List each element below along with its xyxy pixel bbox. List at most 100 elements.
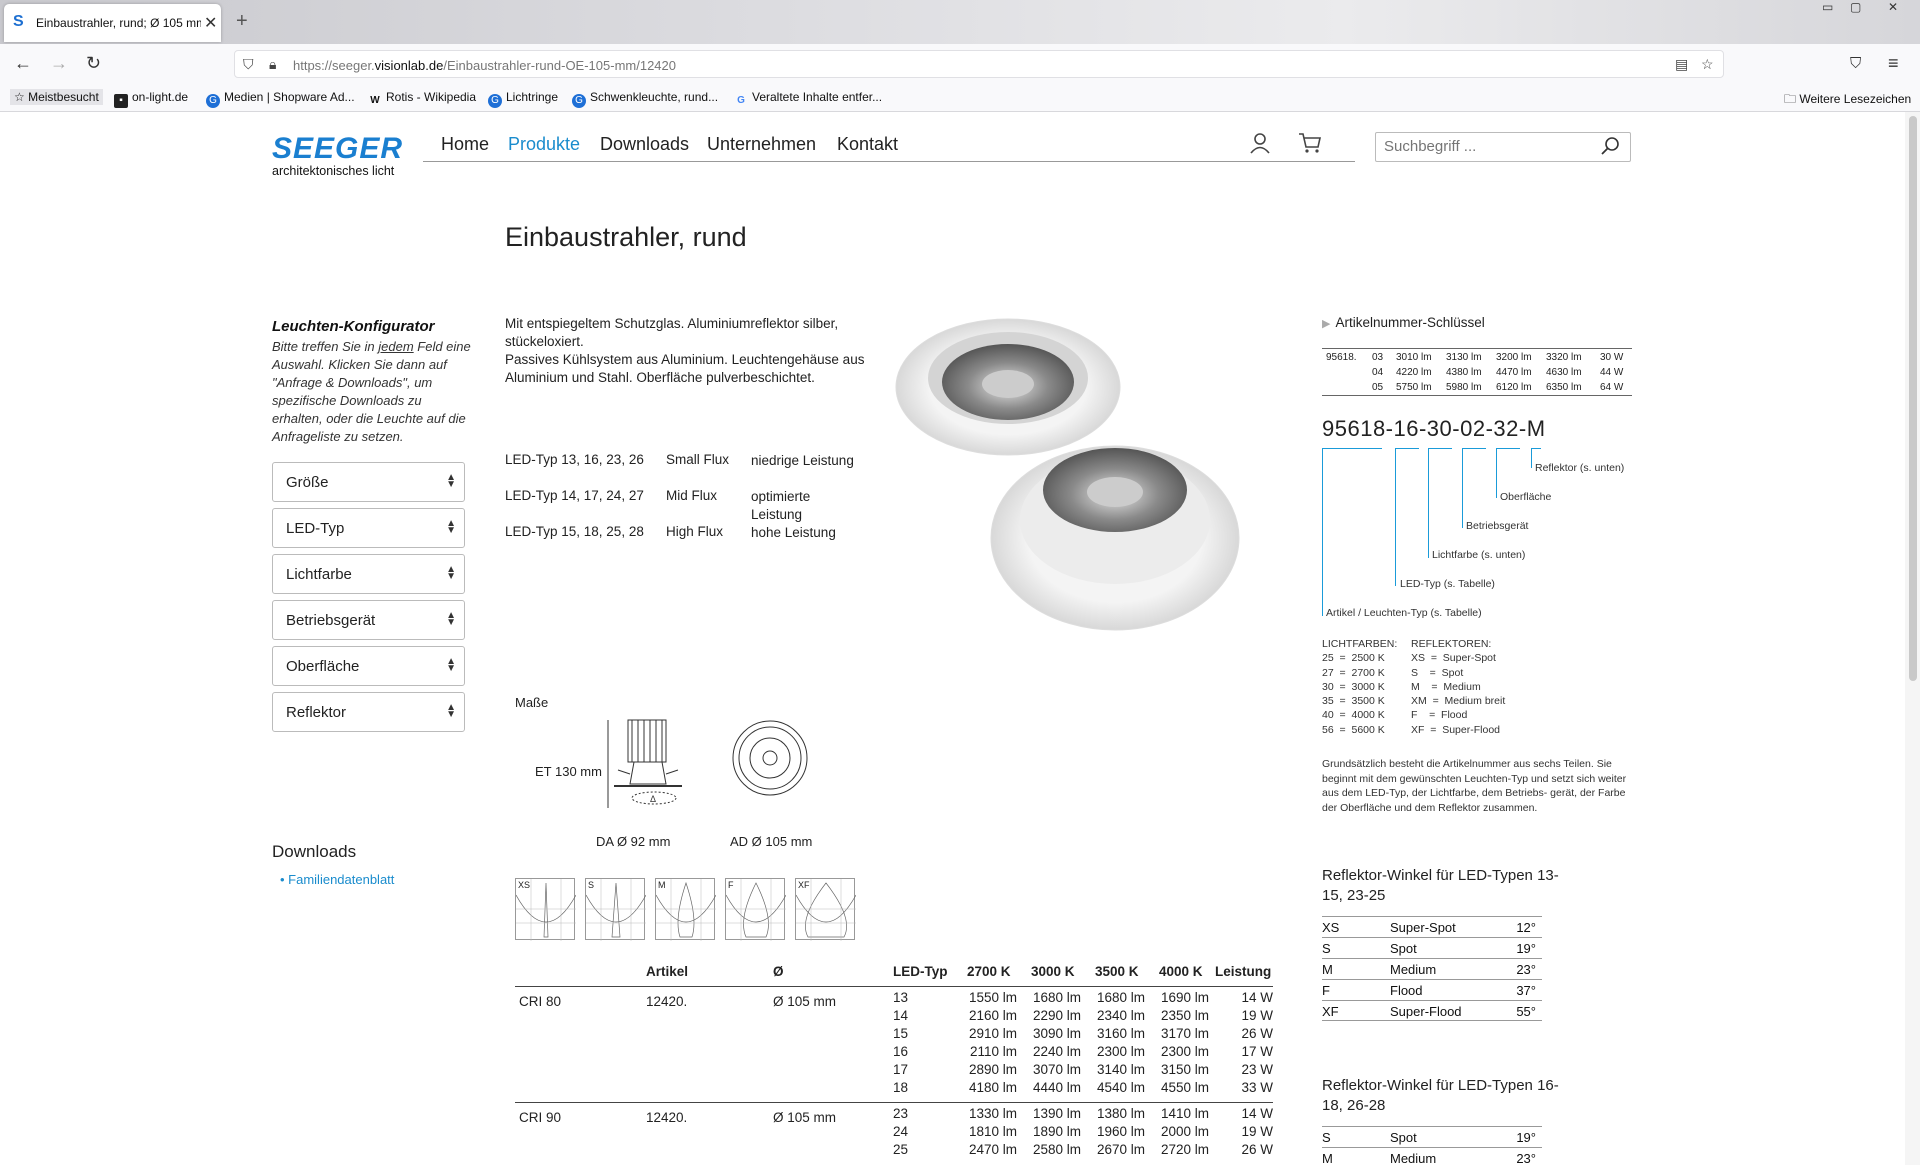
bookmark-on-light[interactable]: ▪ on-light.de	[114, 90, 188, 108]
nav-produkte[interactable]: Produkte	[508, 134, 580, 155]
bookmark-shopware[interactable]: G Medien | Shopware Ad...	[206, 90, 355, 108]
back-icon[interactable]: ←	[14, 53, 32, 74]
winkel-name: Super-Flood	[1390, 1004, 1462, 1019]
pocket-icon[interactable]: ⛉	[1850, 55, 1861, 72]
key-line	[1395, 448, 1419, 449]
seeger-logo[interactable]: SEEGER architektonisches licht	[272, 134, 402, 179]
nav-unternehmen[interactable]: Unternehmen	[707, 134, 816, 155]
winkel-code: S	[1322, 941, 1331, 956]
key-table-cell: 4220 lm	[1396, 367, 1432, 378]
reflector-xf-icon: XF	[795, 878, 857, 941]
close-window-icon[interactable]: ✕	[1888, 0, 1898, 18]
download-familiendatenblatt[interactable]: • Familiendatenblatt	[280, 872, 394, 887]
table-cell: 26 W	[1241, 1026, 1273, 1041]
bookmark-wikipedia[interactable]: W Rotis - Wikipedia	[368, 90, 476, 108]
url-bar[interactable]: ⛉ 🔒︎ https://seeger.visionlab.de/Einbaus…	[234, 50, 1724, 78]
bookmark-star-icon[interactable]: ☆	[1701, 56, 1714, 73]
winkel-row: S Spot 19°	[1322, 937, 1542, 958]
shield-icon[interactable]: ⛉	[243, 56, 254, 73]
winkel-angle: 19°	[1516, 941, 1536, 956]
table-cell: 2300 lm	[1096, 1044, 1145, 1059]
reflector-f-icon: F	[725, 878, 787, 941]
key-table-cell: 5980 lm	[1446, 382, 1482, 393]
bookmark-weitere[interactable]: 🗀︎ Weitere Lesezeichen	[1784, 90, 1911, 111]
scrollbar-thumb[interactable]	[1909, 116, 1917, 681]
key-table-cell: 3130 lm	[1446, 352, 1482, 363]
table-cell: 14 W	[1241, 990, 1273, 1005]
table-cell: 4180 lm	[968, 1080, 1017, 1095]
page-scrollbar[interactable]	[1905, 112, 1920, 1165]
table-led-typ: 17	[893, 1062, 909, 1077]
maximize-icon[interactable]: ▢	[1850, 0, 1861, 18]
bookmark-schwenkleuchte[interactable]: G Schwenkleuchte, rund...	[572, 90, 718, 108]
winkel-code: M	[1322, 962, 1333, 977]
table-cell: 2160 lm	[968, 1008, 1017, 1023]
key-line	[1322, 448, 1323, 616]
winkel-row: F Flood 37°	[1322, 979, 1542, 1000]
key-table-cell: 4380 lm	[1446, 367, 1482, 378]
key-table-cell: 6120 lm	[1496, 382, 1532, 393]
winkel-row: M Medium 23°	[1322, 1147, 1542, 1165]
artikel-key-title[interactable]: ▶ Artikelnummer-Schlüssel	[1322, 315, 1632, 330]
search-input[interactable]	[1384, 138, 1594, 155]
masse-title: Maße	[515, 695, 549, 710]
new-tab-icon[interactable]: +	[236, 10, 248, 33]
bookmark-lichtringe[interactable]: G Lichtringe	[488, 90, 558, 108]
select-led-typ[interactable]: LED-Typ ▲ ▼	[272, 508, 465, 548]
downloads-section: Downloads • Familiendatenblatt	[272, 842, 394, 887]
forward-icon[interactable]: →	[50, 53, 68, 74]
table-cell: 2110 lm	[969, 1044, 1017, 1059]
lichtfarbe-item: 56 = 5600 K	[1322, 723, 1385, 736]
bookmark-meistbesucht[interactable]: ☆ Meistbesucht	[10, 89, 103, 105]
select-arrow-icon: ▲ ▼	[446, 610, 456, 628]
table-cell: 1330 lm	[968, 1106, 1017, 1121]
lock-icon[interactable]: 🔒︎	[269, 56, 276, 73]
winkel-angle: 12°	[1516, 920, 1536, 935]
key-line	[1322, 448, 1382, 449]
table-cell: 2580 lm	[1032, 1142, 1081, 1157]
select-oberflaeche[interactable]: Oberfläche ▲ ▼	[272, 646, 465, 686]
reflector-m-icon: M	[655, 878, 717, 941]
table-cell: 2910 lm	[968, 1026, 1017, 1041]
tab-strip: S Einbaustrahler, rund; Ø 105 mm ✕ + ▭ ▢…	[0, 0, 1920, 44]
th-led-typ: LED-Typ	[893, 964, 948, 979]
navigation-bar: ← → ↻ ⛉ 🔒︎ https://seeger.visionlab.de/E…	[0, 44, 1920, 84]
nav-kontakt[interactable]: Kontakt	[837, 134, 898, 155]
search-icon[interactable]	[1600, 136, 1620, 161]
table-cell: 33 W	[1241, 1080, 1273, 1095]
winkel-name: Flood	[1390, 983, 1423, 998]
page-title: Einbaustrahler, rund	[505, 222, 747, 252]
winkel-title-2: Reflektor-Winkel für LED-Typen 16-18, 26…	[1322, 1077, 1559, 1114]
select-groesse[interactable]: Größe ▲ ▼	[272, 462, 465, 502]
select-lichtfarbe[interactable]: Lichtfarbe ▲ ▼	[272, 554, 465, 594]
lichtfarbe-item: 27 = 2700 K	[1322, 666, 1385, 679]
active-tab[interactable]: S Einbaustrahler, rund; Ø 105 mm ✕	[4, 4, 221, 42]
winkel-code: XF	[1322, 1004, 1339, 1019]
key-table-cell: 44 W	[1600, 367, 1624, 378]
select-reflektor[interactable]: Reflektor ▲ ▼	[272, 692, 465, 732]
key-line	[1428, 448, 1429, 558]
reader-view-icon[interactable]: ▤	[1675, 56, 1688, 73]
url-text[interactable]: https://seeger.visionlab.de/Einbaustrahl…	[293, 58, 676, 73]
reflektor-item: XF = Super-Flood	[1411, 723, 1500, 736]
select-arrow-icon: ▲ ▼	[446, 702, 456, 720]
reflektor-item: F = Flood	[1411, 709, 1468, 722]
th-artikel: Artikel	[646, 964, 689, 979]
user-icon[interactable]	[1250, 132, 1270, 160]
nav-home[interactable]: Home	[441, 134, 489, 155]
reload-icon[interactable]: ↻	[86, 53, 101, 74]
table-cell: 1410 lm	[1160, 1106, 1209, 1121]
key-label-lichtfarbe: Lichtfarbe (s. unten)	[1432, 549, 1526, 561]
menu-icon[interactable]: ≡	[1888, 53, 1899, 74]
nav-downloads[interactable]: Downloads	[600, 134, 689, 155]
table-cell: 2670 lm	[1096, 1142, 1145, 1157]
close-tab-icon[interactable]: ✕	[204, 13, 217, 33]
key-table-cell: 4630 lm	[1546, 367, 1582, 378]
bookmark-veraltete[interactable]: G Veraltete Inhalte entfer...	[734, 90, 882, 108]
winkel-row: XS Super-Spot 12°	[1322, 916, 1542, 937]
key-table-cell: 04	[1372, 367, 1384, 378]
minimize-icon[interactable]: ▭	[1822, 0, 1833, 18]
cart-icon[interactable]	[1298, 132, 1322, 160]
site-favicon-icon: S	[13, 13, 24, 30]
select-betriebsgeraet[interactable]: Betriebsgerät ▲ ▼	[272, 600, 465, 640]
